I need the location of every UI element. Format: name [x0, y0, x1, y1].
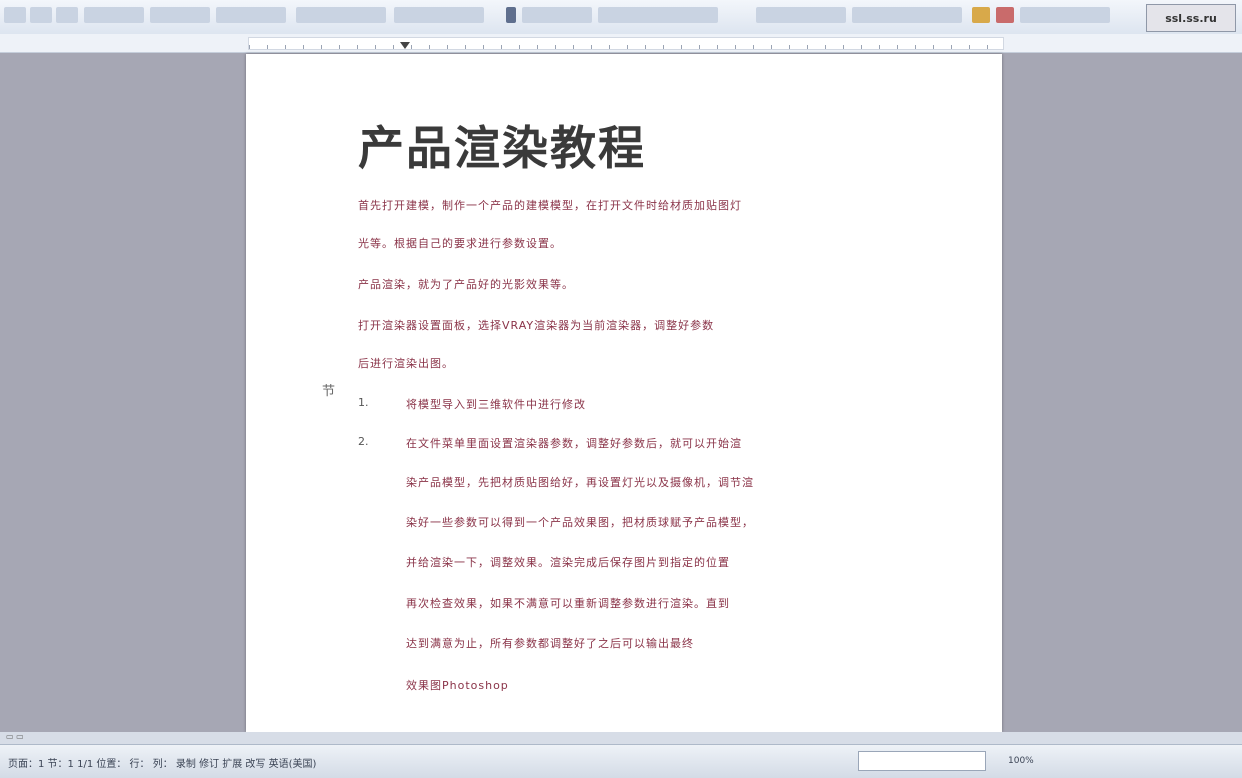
undo-icon[interactable] — [150, 7, 210, 23]
status-text: 页面：1 节：1 1/1 位置： 行： 列： 录制 修订 扩展 改写 英语(美国… — [8, 759, 317, 770]
paragraph-line: 光等。根据自己的要求进行参数设置。 — [358, 237, 562, 250]
list-item-line: 在文件菜单里面设置渲染器参数，调整好参数后，就可以开始渲 — [406, 437, 742, 450]
ruler — [0, 34, 1242, 53]
highlight-icon[interactable] — [972, 7, 990, 23]
redo-icon[interactable] — [216, 7, 286, 23]
list-icon[interactable] — [756, 7, 846, 23]
align-icon[interactable] — [598, 7, 718, 23]
paragraph-line: 后进行渲染出图。 — [358, 357, 454, 370]
corner-label: ssl.ss.ru — [1146, 4, 1236, 32]
font-color-icon[interactable] — [996, 7, 1014, 23]
status-bar: 页面：1 节：1 1/1 位置： 行： 列： 录制 修订 扩展 改写 英语(美国… — [0, 744, 1242, 778]
new-doc-icon[interactable] — [4, 7, 26, 23]
list-item-line: 并给渲染一下，调整效果。渲染完成后保存图片到指定的位置 — [406, 556, 730, 569]
document-page[interactable]: 产品渲染教程 首先打开建模，制作一个产品的建模模型，在打开文件时给材质加贴图灯 … — [246, 54, 1002, 732]
list-number: 2. — [358, 435, 369, 448]
toolbar: ssl.ss.ru — [0, 0, 1242, 35]
list-item-line: 染产品模型，先把材质贴图给好，再设置灯光以及摄像机，调节渲 — [406, 476, 754, 489]
font-dropdown[interactable] — [394, 7, 484, 23]
list-item-line: 效果图Photoshop — [406, 679, 509, 692]
paragraph-line: 首先打开建模，制作一个产品的建模模型，在打开文件时给材质加贴图灯 — [358, 199, 742, 212]
save-icon[interactable] — [56, 7, 78, 23]
style-dropdown[interactable] — [296, 7, 386, 23]
open-icon[interactable] — [30, 7, 52, 23]
ruler-scale[interactable] — [248, 37, 1004, 50]
zoom-level[interactable]: 100% — [1008, 751, 1138, 771]
print-icon[interactable] — [84, 7, 144, 23]
paragraph-line: 打开渲染器设置面板，选择VRAY渲染器为当前渲染器，调整好参数 — [358, 319, 715, 332]
list-item-line: 染好一些参数可以得到一个产品效果图，把材质球赋予产品模型， — [406, 516, 754, 529]
indent-icon[interactable] — [852, 7, 962, 23]
list-number: 1. — [358, 396, 369, 409]
view-buttons[interactable]: ▭ ▭ — [6, 732, 24, 741]
paragraph-line: 产品渲染，就为了产品好的光影效果等。 — [358, 278, 574, 291]
indent-marker-icon[interactable] — [400, 42, 410, 49]
status-input[interactable] — [858, 751, 986, 771]
document-title: 产品渲染教程 — [358, 121, 646, 175]
bold-icon[interactable] — [506, 7, 516, 23]
list-item-line: 再次检查效果，如果不满意可以重新调整参数进行渲染。直到 — [406, 597, 730, 610]
italic-icon[interactable] — [522, 7, 592, 23]
horizontal-scrollbar[interactable]: ▭ ▭ — [0, 732, 1242, 744]
more-tools-icon[interactable] — [1020, 7, 1110, 23]
section-mark-icon: 节 — [322, 384, 336, 399]
list-item-line: 将模型导入到三维软件中进行修改 — [406, 398, 586, 411]
list-item-line: 达到满意为止，所有参数都调整好了之后可以输出最终 — [406, 637, 694, 650]
